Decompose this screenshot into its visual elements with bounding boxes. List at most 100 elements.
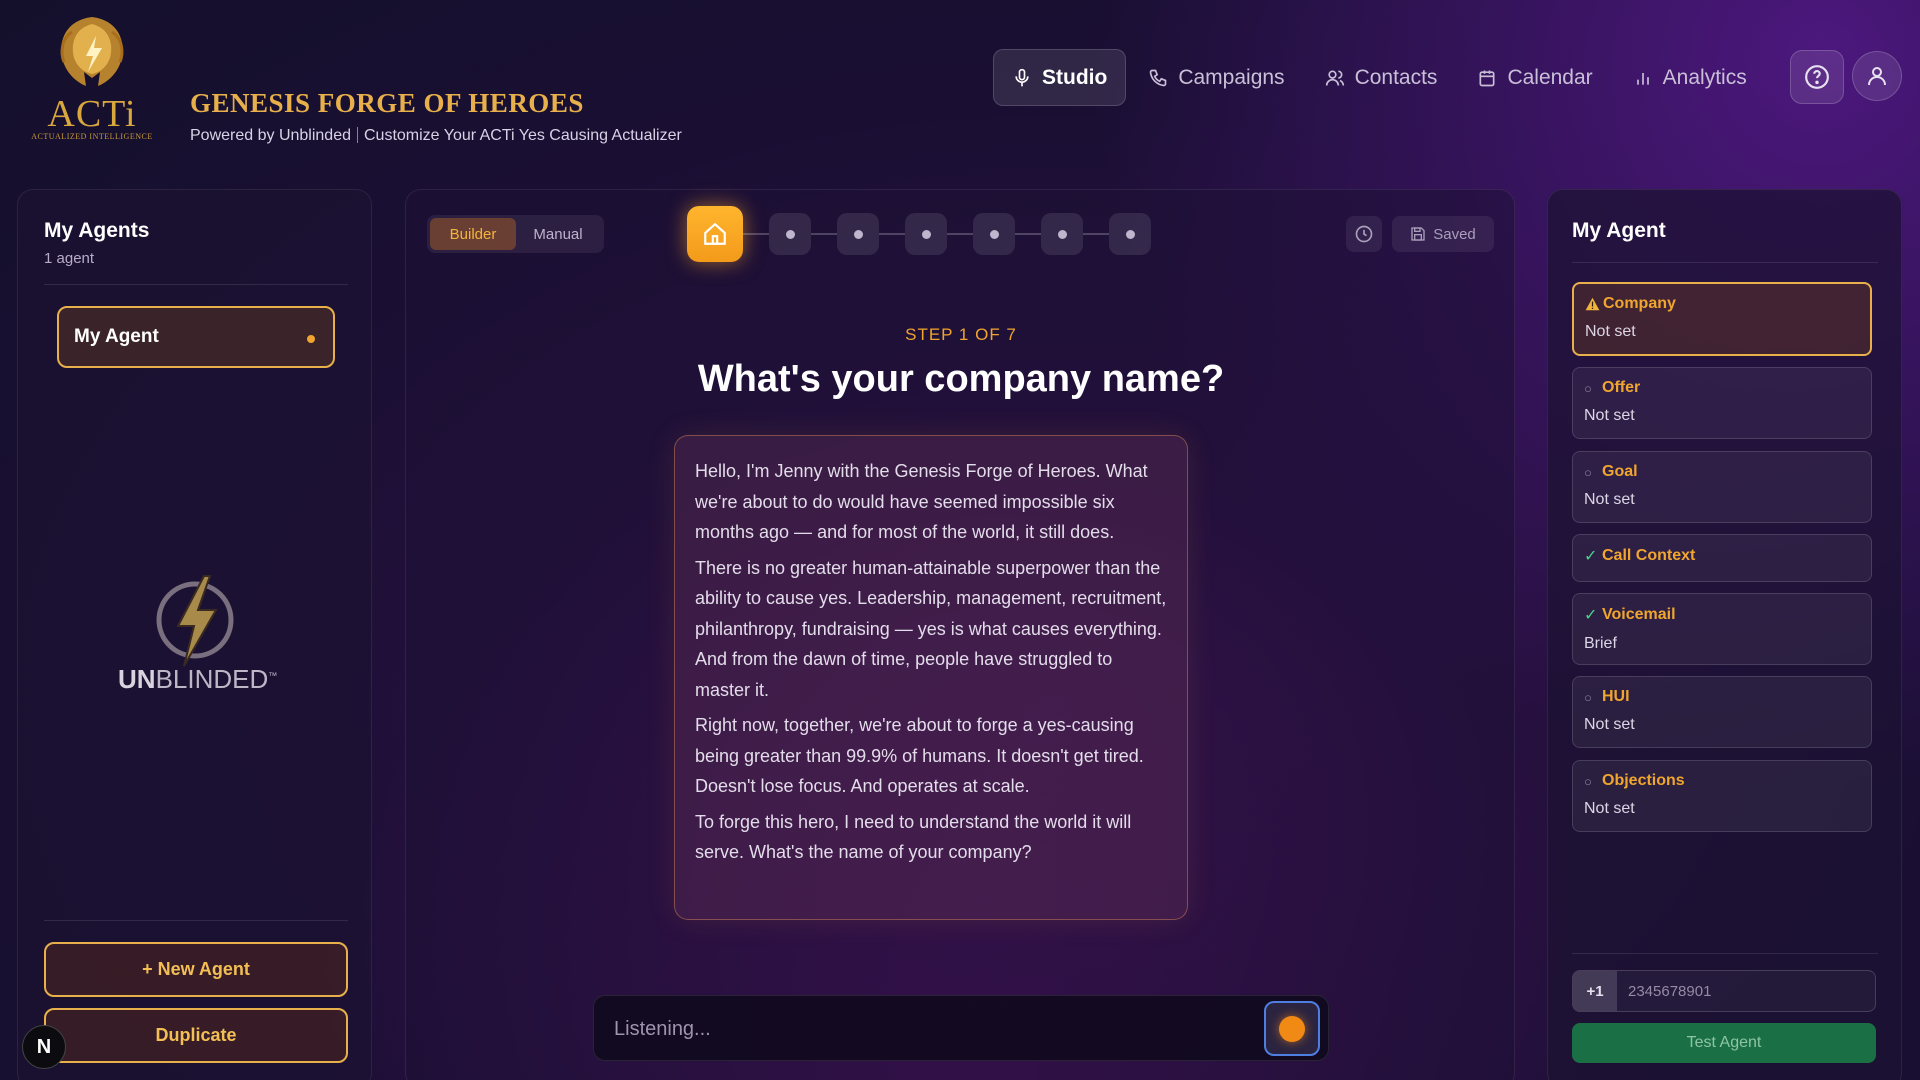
duplicate-button[interactable]: Duplicate	[44, 1008, 348, 1063]
nav-studio[interactable]: Studio	[993, 49, 1127, 106]
unblinded-watermark: UNBLINDED™	[118, 570, 277, 700]
agent-summary-panel: My Agent Company Not set ○ Offer Not set …	[1547, 189, 1902, 1080]
step-dot-marker	[1125, 229, 1135, 239]
agents-title: My Agents	[44, 219, 150, 242]
nav-campaigns[interactable]: Campaigns	[1130, 49, 1302, 106]
agents-count: 1 agent	[44, 250, 95, 267]
step-counter: STEP 1 OF 7	[905, 325, 1017, 344]
record-button[interactable]	[1264, 1001, 1320, 1056]
mic-icon	[1015, 68, 1029, 86]
agents-divider-top	[44, 284, 348, 285]
voice-input-bar	[593, 995, 1329, 1061]
app-header: ACTi ACTUALIZED INTELLIGENCE GENESIS FOR…	[0, 0, 1920, 170]
save-icon	[1411, 227, 1425, 241]
field-hui-label: HUI	[1602, 688, 1630, 705]
step-connector	[947, 233, 973, 235]
field-objections-value: Not set	[1584, 800, 1635, 817]
history-button[interactable]	[1346, 216, 1382, 252]
field-objections[interactable]: ○ Objections Not set	[1572, 760, 1872, 832]
nav-contacts-label: Contacts	[1354, 65, 1438, 89]
lion-logo-icon	[60, 17, 124, 86]
answer-input[interactable]	[614, 1014, 1234, 1044]
step-7[interactable]	[1109, 213, 1151, 255]
agent-summary-divider	[1572, 262, 1878, 263]
agents-sidebar: My Agents 1 agent My Agent UNBLINDED™ + …	[17, 189, 372, 1080]
message-paragraph: To forge this hero, I need to understand…	[695, 811, 1132, 863]
nav-calendar[interactable]: Calendar	[1459, 49, 1610, 106]
step-connector	[879, 233, 905, 235]
step-dot-marker	[921, 229, 931, 239]
field-voicemail[interactable]: ✓ Voicemail Brief	[1572, 593, 1872, 665]
field-offer-label: Offer	[1602, 379, 1641, 396]
country-code[interactable]: +1	[1573, 971, 1617, 1011]
step-dot-marker	[1057, 229, 1067, 239]
customize-text: Customize Your ACTi Yes Causing Actualiz…	[364, 127, 682, 144]
empty-circle-icon: ○	[1584, 380, 1592, 396]
user-icon	[1868, 67, 1886, 86]
help-button[interactable]	[1790, 50, 1844, 104]
phone-divider	[1572, 953, 1878, 954]
empty-circle-icon: ○	[1584, 464, 1592, 480]
agent-list-item[interactable]: My Agent	[57, 306, 335, 368]
field-company[interactable]: Company Not set	[1572, 282, 1872, 356]
field-company-value: Not set	[1585, 323, 1636, 340]
main-nav: Studio Campaigns Contacts Calendar Analy…	[993, 49, 1769, 106]
powered-by-text: Powered by Unblinded	[190, 127, 351, 144]
field-voicemail-value: Brief	[1584, 635, 1617, 652]
field-call-context[interactable]: ✓ Call Context	[1572, 534, 1872, 582]
logo-wordmark: ACTi	[47, 93, 137, 135]
agent-summary-title: My Agent	[1572, 219, 1666, 242]
step-progress	[687, 206, 1151, 262]
test-phone-field: +1	[1572, 970, 1876, 1012]
step-5[interactable]	[973, 213, 1015, 255]
home-icon	[704, 222, 726, 245]
clock-icon	[1355, 225, 1373, 243]
manual-tab[interactable]: Manual	[516, 218, 600, 250]
agent-name: My Agent	[74, 326, 159, 347]
step-connector	[743, 233, 769, 235]
builder-tab[interactable]: Builder	[430, 218, 516, 250]
nav-contacts[interactable]: Contacts	[1307, 49, 1456, 106]
test-agent-button[interactable]: Test Agent	[1572, 1023, 1876, 1063]
step-connector	[811, 233, 837, 235]
step-4[interactable]	[905, 213, 947, 255]
field-goal-value: Not set	[1584, 491, 1635, 508]
field-hui[interactable]: ○ HUI Not set	[1572, 676, 1872, 748]
users-icon	[1325, 70, 1344, 86]
mode-toggle: Builder Manual	[427, 215, 604, 253]
step-3[interactable]	[837, 213, 879, 255]
new-agent-button[interactable]: + New Agent	[44, 942, 348, 997]
help-circle-icon	[1805, 65, 1829, 89]
nav-analytics-label: Analytics	[1662, 65, 1747, 89]
n-badge[interactable]: N	[22, 1025, 66, 1069]
bar-chart-icon	[1636, 72, 1649, 85]
field-goal[interactable]: ○ Goal Not set	[1572, 451, 1872, 523]
phone-number-input[interactable]	[1617, 971, 1875, 1011]
saved-label: Saved	[1433, 225, 1476, 243]
nav-analytics[interactable]: Analytics	[1615, 49, 1765, 106]
step-1-home[interactable]	[687, 206, 743, 262]
step-connector	[1083, 233, 1109, 235]
step-2[interactable]	[769, 213, 811, 255]
user-menu-button[interactable]	[1852, 51, 1902, 101]
field-hui-value: Not set	[1584, 716, 1635, 733]
unblinded-wordmark: UNBLINDED™	[118, 664, 277, 695]
app-subtitle: Powered by Unblinded Customize Your ACTi …	[190, 127, 682, 145]
unblinded-wordmark-bold: UN	[118, 664, 156, 694]
field-offer[interactable]: ○ Offer Not set	[1572, 367, 1872, 439]
message-paragraph: Right now, together, we're about to forg…	[695, 715, 1144, 796]
field-voicemail-label: Voicemail	[1602, 606, 1676, 623]
assistant-message: Hello, I'm Jenny with the Genesis Forge …	[674, 435, 1188, 920]
nav-calendar-label: Calendar	[1507, 65, 1593, 89]
unblinded-wordmark-rest: BLINDED	[155, 664, 269, 694]
phone-icon	[1149, 69, 1167, 86]
step-6[interactable]	[1041, 213, 1083, 255]
field-company-label: Company	[1603, 295, 1676, 312]
message-paragraph: Hello, I'm Jenny with the Genesis Forge …	[695, 461, 1148, 542]
nav-studio-label: Studio	[1042, 65, 1108, 89]
calendar-icon	[1479, 70, 1495, 86]
subtitle-divider	[357, 127, 358, 143]
app-title: GENESIS FORGE OF HEROES	[190, 88, 584, 118]
nav-campaigns-label: Campaigns	[1178, 65, 1285, 89]
saved-indicator[interactable]: Saved	[1392, 216, 1494, 252]
